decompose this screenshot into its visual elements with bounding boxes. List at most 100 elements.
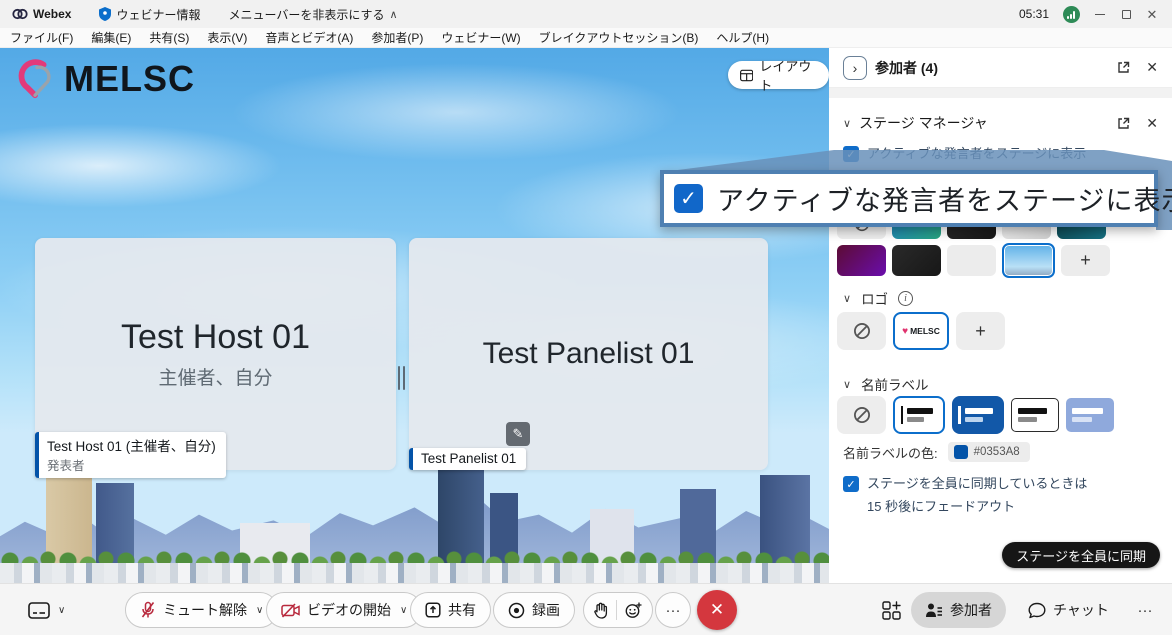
menu-share[interactable]: 共有(S) xyxy=(149,29,189,46)
pencil-icon: ✎ xyxy=(513,426,524,442)
chevron-down-icon: ∨ xyxy=(58,605,65,616)
background-purple-option[interactable] xyxy=(837,245,886,276)
mic-muted-icon xyxy=(140,601,156,619)
layout-button-label: レイアウト xyxy=(759,56,817,94)
active-speaker-checkbox-label: アクティブな発言者をステージに表示 xyxy=(867,146,1086,162)
sidebar: › 参加者 (4) ✕ ∨ ステージ マネージャ ✕ xyxy=(829,48,1172,583)
chat-bubble-icon xyxy=(1028,602,1046,619)
chat-button[interactable]: チャット xyxy=(1022,592,1115,628)
stage-manager-header: ∨ ステージ マネージャ ✕ xyxy=(829,106,1172,140)
minimize-button[interactable] xyxy=(1094,8,1106,20)
share-button[interactable]: 共有 xyxy=(410,592,491,628)
menu-file[interactable]: ファイル(F) xyxy=(10,29,73,46)
more-options-button[interactable]: ··· xyxy=(655,592,691,628)
callout-text: アクティブな発言者をステージに表示 xyxy=(717,179,1172,218)
reactions-smiley-icon[interactable] xyxy=(625,602,642,619)
active-speaker-checkbox-row[interactable]: ✓ アクティブな発言者をステージに表示 xyxy=(829,140,1172,162)
leave-meeting-button[interactable]: ✕ xyxy=(697,590,737,630)
hide-menubar-button[interactable]: メニューバーを非表示にする ∧ xyxy=(228,6,397,23)
panelist-label-name: Test Panelist 01 xyxy=(421,451,516,466)
record-button[interactable]: 録画 xyxy=(493,592,575,628)
logo-option-text: MELSC xyxy=(910,326,940,336)
participants-panel-title: 参加者 (4) xyxy=(875,58,938,78)
info-icon[interactable]: i xyxy=(898,291,913,306)
sync-stage-button[interactable]: ステージを全員に同期 xyxy=(1002,542,1160,568)
apps-grid-icon xyxy=(882,601,901,620)
webex-logo-icon xyxy=(12,7,28,21)
tile-resize-handle[interactable] xyxy=(398,366,406,390)
tile-host-name: Test Host 01 xyxy=(121,318,310,357)
menu-audio-video[interactable]: 音声とビデオ(A) xyxy=(265,29,353,46)
sync-fadeout-checkbox-row: ✓ ステージを全員に同期しているときは 15 秒後にフェードアウト xyxy=(829,470,1172,515)
menu-breakout[interactable]: ブレイクアウトセッション(B) xyxy=(539,29,699,46)
start-video-button[interactable]: ビデオの開始 ∨ xyxy=(266,592,422,628)
background-sky-city-option-selected[interactable] xyxy=(1002,243,1055,278)
name-label-style-blue[interactable] xyxy=(952,396,1004,434)
close-icon: ✕ xyxy=(710,600,724,620)
more-panels-button[interactable]: ··· xyxy=(1130,592,1160,628)
logo-melsc-option-selected[interactable]: ♥ MELSC xyxy=(893,312,949,350)
checkbox-checked-icon: ✓ xyxy=(674,184,703,213)
color-swatch xyxy=(954,445,968,459)
captions-icon xyxy=(28,602,50,619)
chevron-down-icon[interactable]: ∨ xyxy=(843,117,851,130)
shield-icon xyxy=(99,7,111,21)
host-label-role: 発表者 xyxy=(47,455,216,474)
logo-none-option[interactable] xyxy=(837,312,886,350)
video-tile-panelist[interactable]: Test Panelist 01 xyxy=(409,238,768,470)
logo-options: ♥ MELSC + xyxy=(837,312,1005,350)
add-logo-button[interactable]: + xyxy=(956,312,1005,350)
add-background-button[interactable]: + xyxy=(1061,245,1110,276)
color-picker-button[interactable]: #0353A8 xyxy=(948,442,1030,462)
menu-view[interactable]: 表示(V) xyxy=(207,29,247,46)
raise-hand-icon[interactable] xyxy=(594,602,608,619)
apps-button[interactable] xyxy=(876,592,906,628)
popout-icon[interactable] xyxy=(1117,117,1130,130)
edit-label-button[interactable]: ✎ xyxy=(506,422,530,446)
checkbox-checked-icon[interactable]: ✓ xyxy=(843,146,859,162)
menu-webinar[interactable]: ウェビナー(W) xyxy=(441,29,520,46)
popout-icon[interactable] xyxy=(1117,61,1130,74)
participants-icon xyxy=(925,602,943,618)
menu-help[interactable]: ヘルプ(H) xyxy=(716,29,769,46)
sync-fadeout-checkbox[interactable]: ✓ ステージを全員に同期しているときは xyxy=(829,470,1172,492)
stage: MELSC レイアウト Test Host 01 主催者、自分 Test Pan… xyxy=(0,48,829,583)
webex-window: Webex ウェビナー情報 メニューバーを非表示にする ∧ 05:31 ✕ フ xyxy=(0,0,1172,635)
layout-button[interactable]: レイアウト xyxy=(728,61,829,89)
name-label-style-white-border[interactable] xyxy=(1011,398,1059,432)
chevron-down-icon[interactable]: ∨ xyxy=(843,378,851,391)
logo-section-header: ∨ ロゴ i xyxy=(843,288,913,308)
expand-panel-button[interactable]: › xyxy=(843,56,867,80)
close-panel-icon[interactable]: ✕ xyxy=(1146,59,1158,76)
connection-quality-icon[interactable] xyxy=(1063,6,1080,23)
captions-button[interactable]: ∨ xyxy=(28,592,65,628)
chevron-down-icon[interactable]: ∨ xyxy=(843,292,851,305)
menubar: ファイル(F) 編集(E) 共有(S) 表示(V) 音声とビデオ(A) 参加者(… xyxy=(0,28,1172,48)
share-label: 共有 xyxy=(448,600,476,620)
layout-grid-icon xyxy=(740,69,753,82)
background-options-row2: + xyxy=(837,245,1164,278)
melsc-heart-icon xyxy=(14,58,58,100)
menu-edit[interactable]: 編集(E) xyxy=(91,29,131,46)
name-label-style-translucent[interactable] xyxy=(1066,398,1114,432)
tile-panelist-name: Test Panelist 01 xyxy=(483,337,695,371)
close-panel-icon[interactable]: ✕ xyxy=(1146,115,1158,132)
webinar-info-button[interactable]: ウェビナー情報 xyxy=(99,6,200,23)
background-gray-option[interactable] xyxy=(947,245,996,276)
stage-manager-title: ステージ マネージャ xyxy=(859,113,988,133)
name-label-none-option[interactable] xyxy=(837,396,886,434)
sync-stage-button-label: ステージを全員に同期 xyxy=(1016,546,1146,565)
name-label-style-white-accent-selected[interactable] xyxy=(893,396,945,434)
name-label-panelist: Test Panelist 01 xyxy=(409,448,526,470)
close-button[interactable]: ✕ xyxy=(1146,8,1158,20)
participants-button[interactable]: 参加者 xyxy=(911,592,1006,628)
checkbox-checked-icon[interactable]: ✓ xyxy=(843,476,859,492)
more-icon: ··· xyxy=(1138,602,1153,619)
maximize-button[interactable] xyxy=(1120,8,1132,20)
chat-label: チャット xyxy=(1053,600,1109,620)
host-label-name: Test Host 01 (主催者、自分) xyxy=(47,435,216,455)
unmute-button[interactable]: ミュート解除 ∨ xyxy=(125,592,278,628)
background-black-option-2[interactable] xyxy=(892,245,941,276)
webex-logo: Webex xyxy=(12,7,71,21)
menu-participants[interactable]: 参加者(P) xyxy=(371,29,423,46)
